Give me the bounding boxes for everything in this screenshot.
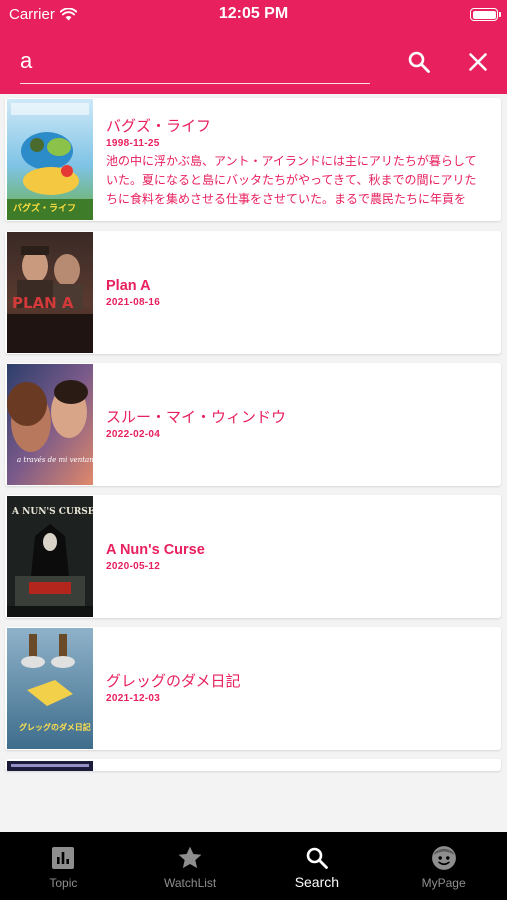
list-item[interactable]: グレッグのダメ日記 グレッグのダメ日記 2021-12-03 (5, 627, 501, 750)
list-item[interactable]: バグズ・ライフ バグズ・ライフ 1998-11-25 池の中に浮かぶ島、アント・… (5, 98, 501, 221)
star-icon (178, 846, 202, 869)
list-item[interactable]: PLAN A Plan A 2021-08-16 (5, 231, 501, 354)
svg-text:A NUN'S CURSE: A NUN'S CURSE (11, 507, 93, 517)
svg-text:バグズ・ライフ: バグズ・ライフ (13, 202, 76, 214)
tab-label: Search (294, 874, 340, 890)
search-icon (408, 51, 430, 73)
release-date: 1998-11-25 (106, 138, 160, 149)
movie-title: Plan A (106, 278, 151, 294)
list-item[interactable] (5, 759, 501, 771)
tab-mypage[interactable]: MyPage (380, 832, 507, 900)
status-bar: Carrier 12:05 PM (0, 0, 507, 28)
search-results-list[interactable]: バグズ・ライフ バグズ・ライフ 1998-11-25 池の中に浮かぶ島、アント・… (0, 94, 507, 832)
movie-info: A Nun's Curse 2020-05-12 (93, 495, 501, 618)
movie-poster: PLAN A (7, 232, 93, 353)
movie-info: グレッグのダメ日記 2021-12-03 (93, 627, 501, 750)
tab-label: WatchList (164, 876, 217, 890)
movie-overview: 池の中に浮かぶ島、アント・アイランドには主にアリたちが暮らしていた。夏になると島… (106, 154, 477, 206)
close-icon (469, 53, 487, 71)
tab-watchlist[interactable]: WatchList (127, 832, 254, 900)
search-input[interactable] (20, 44, 370, 84)
clear-search-button[interactable] (460, 44, 496, 80)
svg-text:PLAN A: PLAN A (12, 294, 74, 312)
movie-poster: バグズ・ライフ (7, 99, 93, 220)
bottom-tab-bar: Topic WatchList Search MyPage (0, 832, 507, 900)
movie-poster: グレッグのダメ日記 (7, 628, 93, 749)
tab-search[interactable]: Search (254, 832, 381, 900)
movie-info: スルー・マイ・ウィンドウ 2022-02-04 (93, 363, 501, 486)
movie-title: バグズ・ライフ (106, 118, 212, 135)
list-item[interactable]: A NUN'S CURSE A Nun's Curse 2020-05-12 (5, 495, 501, 618)
chart-icon (52, 847, 75, 869)
tab-label: MyPage (421, 876, 466, 890)
release-date: 2021-08-16 (106, 297, 161, 308)
movie-info: バグズ・ライフ 1998-11-25 池の中に浮かぶ島、アント・アイランドには主… (93, 98, 501, 221)
movie-poster: A NUN'S CURSE (7, 496, 93, 617)
release-date: 2020-05-12 (106, 561, 161, 572)
battery-icon (470, 8, 501, 21)
tab-label: Topic (49, 876, 78, 890)
movie-title: グレッグのダメ日記 (106, 673, 241, 690)
search-icon (306, 847, 328, 869)
search-button[interactable] (401, 44, 437, 80)
release-date: 2022-02-04 (106, 429, 161, 440)
status-time: 12:05 PM (218, 5, 289, 22)
svg-text:a través de mi ventana: a través de mi ventana (17, 456, 93, 464)
release-date: 2021-12-03 (106, 693, 161, 704)
search-bar (0, 40, 507, 90)
app-header: Carrier 12:05 PM (0, 0, 507, 94)
list-item[interactable]: a través de mi ventana スルー・マイ・ウィンドウ 2022… (5, 363, 501, 486)
movie-title: A Nun's Curse (106, 542, 205, 558)
movie-poster: a través de mi ventana (7, 364, 93, 485)
tab-topic[interactable]: Topic (0, 832, 127, 900)
svg-text:グレッグのダメ日記: グレッグのダメ日記 (19, 722, 91, 732)
movie-poster (7, 760, 93, 771)
face-icon (431, 846, 456, 870)
movie-info: Plan A 2021-08-16 (93, 231, 501, 354)
movie-title: スルー・マイ・ウィンドウ (106, 409, 287, 426)
